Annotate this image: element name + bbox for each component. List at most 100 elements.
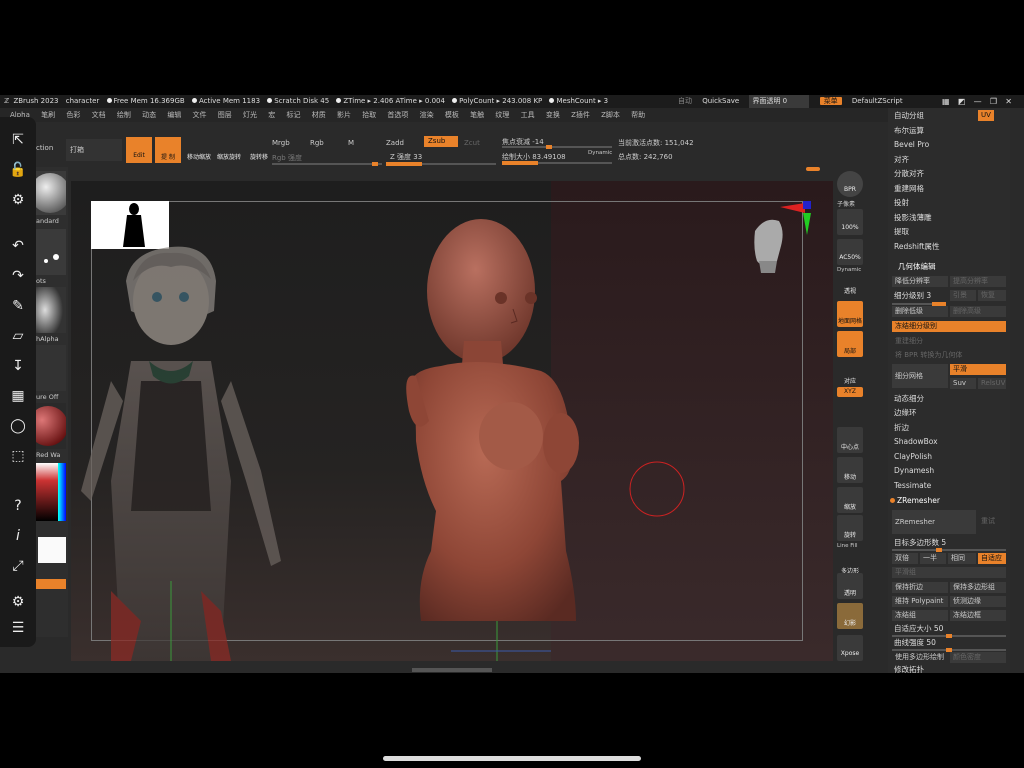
secondary-color-swatch[interactable] [36,579,66,589]
menu-material[interactable]: 材质 [312,111,326,119]
xyz-button[interactable]: XYZ [837,387,863,397]
alpha-thumbnail[interactable] [36,287,66,333]
dynamic-subdiv-item[interactable]: 动态细分 [894,393,924,405]
geometry-section-header[interactable]: 几何体编辑 [898,261,936,273]
gear-icon[interactable]: ⚙ [9,191,27,209]
menu-document[interactable]: 文档 [92,111,106,119]
tessimate-item[interactable]: Tessimate [894,480,931,492]
redo-icon[interactable]: ↷ [9,267,27,285]
menu-texture[interactable]: 纹理 [495,111,509,119]
sdiv-slider[interactable] [892,302,946,306]
dynamesh-item[interactable]: Dynamesh [894,465,934,477]
xpose-button[interactable]: Xpose [837,635,863,661]
info-icon[interactable]: i [9,527,27,545]
palette-icon[interactable]: ◩ [958,97,966,106]
pen-icon[interactable]: ↧ [9,357,27,375]
material-thumbnail[interactable] [36,403,66,449]
document-canvas[interactable] [71,181,833,661]
move-view-button[interactable]: 移动 [837,457,863,483]
higher-res-button[interactable]: 提高分辨率 [950,276,1006,287]
stroke-thumbnail[interactable] [36,229,66,275]
keep-groups-button[interactable]: 保持多边形组 [950,582,1006,593]
menu-draw[interactable]: 绘制 [117,111,131,119]
menu-marker[interactable]: 标记 [286,111,300,119]
shadowbox-item[interactable]: ShadowBox [894,436,938,448]
menu-macro[interactable]: 宏 [268,111,275,119]
help-icon[interactable]: ? [9,497,27,515]
menu-color[interactable]: 色彩 [66,111,80,119]
undo-icon[interactable]: ↶ [9,237,27,255]
menus-button[interactable]: 菜单 [819,97,842,105]
perspective-button[interactable]: 透视 [837,271,863,297]
keep-polypaint-button[interactable]: 维持 Polypaint [892,596,948,607]
brush-icon[interactable]: ✎ [9,297,27,315]
crease-item[interactable]: 折边 [894,422,909,434]
zoom50-button[interactable]: AC50% [837,239,863,265]
layout-icon[interactable]: ▦ [942,97,950,106]
cage-button[interactable]: 引景 [950,290,976,301]
grid-icon[interactable]: ▦ [9,387,27,405]
canvas-scrollbar[interactable] [412,668,492,672]
menu-stencil[interactable]: 模板 [445,111,459,119]
quicksave-button[interactable]: QuickSave [702,97,739,105]
smooth-groups-button[interactable]: 平滑组 [892,567,1006,578]
sculpt-model[interactable] [71,181,833,661]
target-polycount-slider[interactable] [892,548,1006,552]
use-polypaint-button[interactable]: 使用多边形绘制 [892,652,948,663]
scale-button[interactable]: 缩放旋转 [216,137,242,163]
menu-edit[interactable]: 编辑 [167,111,181,119]
eraser-icon[interactable]: ▱ [9,327,27,345]
minimize-icon[interactable]: — [974,97,982,106]
restore-icon[interactable]: ❐ [990,97,997,106]
move-button[interactable]: 移动缩放 [186,137,212,163]
rgb-intensity-track[interactable] [272,162,382,166]
boolean-item[interactable]: 布尔运算 [894,125,924,137]
dynamic-toggle[interactable]: Dynamic [588,150,612,156]
rotate-view-button[interactable]: 旋转 [837,515,863,541]
settings-icon[interactable]: ⚙ [9,593,27,611]
suv-toggle[interactable]: Suv [950,378,976,389]
curve-strength-slider[interactable] [892,648,1006,652]
z-intensity-slider[interactable] [386,162,496,166]
freeze-subdiv-button[interactable]: 冻结细分级别 [892,321,1006,332]
bevel-pro-item[interactable]: Bevel Pro [894,139,929,151]
draw-size-slider[interactable] [502,161,612,165]
del-higher-button[interactable]: 删除高级 [950,306,1006,317]
draw-button[interactable]: 提 制 [155,137,181,163]
distribute-item[interactable]: 分散对齐 [894,168,924,180]
rgb-button[interactable]: Rgb [310,139,324,147]
local-button[interactable]: 局部 [837,331,863,357]
rotate-button[interactable]: 旋转移 [246,137,272,163]
menu-tool[interactable]: 工具 [521,111,535,119]
modify-topology-item[interactable]: 修改拓扑 [894,664,924,673]
lower-res-button[interactable]: 降低分辨率 [892,276,948,287]
project-bas-relief-item[interactable]: 投影浅薄雕 [894,212,932,224]
zsub-button[interactable]: Zsub [424,136,458,147]
zremesher-section-header[interactable]: ZRemesher [890,495,940,507]
home-indicator[interactable] [383,756,641,761]
mrgb-button[interactable]: Mrgb [272,139,290,147]
transparency-slider[interactable]: 界面透明 0 [749,95,810,108]
freeze-border-button[interactable]: 冻结边框 [950,610,1006,621]
menu-transform[interactable]: 变换 [546,111,560,119]
menu-zscript[interactable]: Z脚本 [601,111,620,119]
lasso-icon[interactable]: ◯ [9,417,27,435]
texture-thumbnail[interactable] [36,345,66,391]
edit-button[interactable]: Edit [126,137,152,163]
center-button[interactable]: 中心点 [837,427,863,453]
auto-groups-item[interactable]: 自动分组 [894,110,924,122]
uv-button[interactable]: UV [978,110,994,121]
shelf-scroll-indicator[interactable] [806,167,820,171]
menu-movie[interactable]: 影片 [337,111,351,119]
menu-light[interactable]: 灯光 [243,111,257,119]
edgeloop-item[interactable]: 边缘环 [894,407,917,419]
bpr-button[interactable]: BPR [837,171,863,197]
smooth-toggle[interactable]: 平滑 [950,364,1006,375]
ghost-button[interactable]: 幻影 [837,603,863,629]
align-item[interactable]: 对齐 [894,154,909,166]
menu-preferences[interactable]: 首选项 [387,111,408,119]
arrow-icon[interactable]: ⇱ [9,131,27,149]
menu-render[interactable]: 渲染 [420,111,434,119]
extract-item[interactable]: 提取 [894,226,909,238]
half-button[interactable]: 双倍 [892,553,918,564]
